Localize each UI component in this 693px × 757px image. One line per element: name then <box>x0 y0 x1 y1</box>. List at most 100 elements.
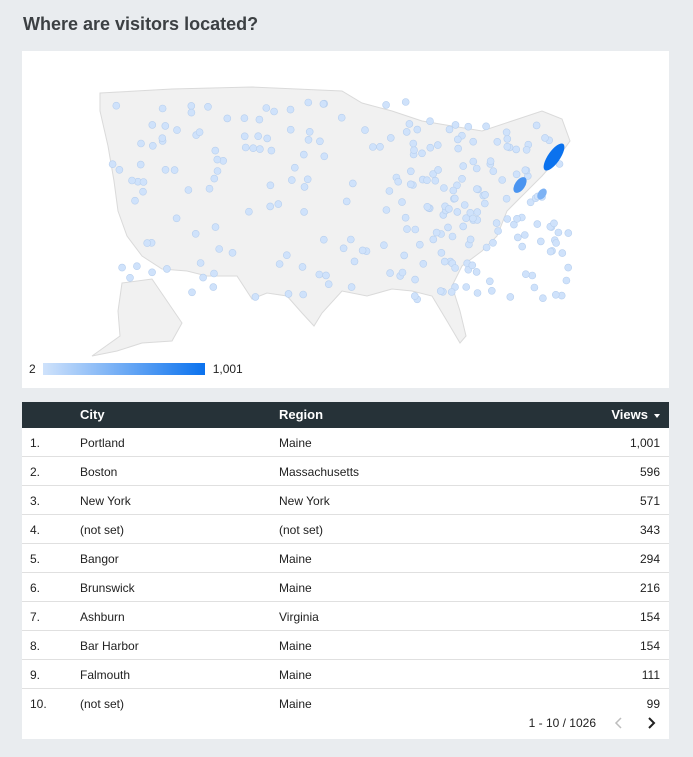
city-marker[interactable] <box>462 283 471 291</box>
city-marker[interactable] <box>473 185 481 193</box>
city-marker[interactable] <box>184 186 193 194</box>
city-marker[interactable] <box>513 215 521 223</box>
city-marker[interactable] <box>245 207 253 216</box>
city-marker[interactable] <box>228 249 237 257</box>
city-marker[interactable] <box>136 160 145 169</box>
city-marker[interactable] <box>459 222 468 231</box>
city-marker[interactable] <box>256 145 264 153</box>
city-marker[interactable] <box>406 180 415 189</box>
city-marker[interactable] <box>413 125 422 134</box>
city-marker[interactable] <box>205 184 214 193</box>
city-marker[interactable] <box>255 115 264 124</box>
city-marker[interactable] <box>346 235 355 244</box>
city-marker[interactable] <box>520 231 529 239</box>
city-marker[interactable] <box>350 257 359 266</box>
city-marker[interactable] <box>324 280 333 288</box>
city-marker[interactable] <box>415 240 424 249</box>
city-marker[interactable] <box>464 122 473 131</box>
city-marker[interactable] <box>453 135 462 144</box>
city-marker[interactable] <box>347 283 356 291</box>
city-marker[interactable] <box>539 294 547 302</box>
city-marker[interactable] <box>187 102 196 110</box>
city-marker[interactable] <box>286 125 295 134</box>
city-marker[interactable] <box>213 155 222 164</box>
city-marker[interactable] <box>480 199 489 208</box>
city-marker[interactable] <box>139 187 147 196</box>
city-marker[interactable] <box>551 291 560 299</box>
city-marker[interactable] <box>440 257 449 266</box>
table-row[interactable]: 5. Bangor Maine 294 <box>22 544 669 573</box>
city-marker[interactable] <box>521 270 530 278</box>
city-marker[interactable] <box>447 288 456 296</box>
city-marker[interactable] <box>398 268 407 277</box>
table-row[interactable]: 6. Brunswick Maine 216 <box>22 573 669 602</box>
city-marker[interactable] <box>210 269 218 278</box>
city-marker[interactable] <box>473 208 482 216</box>
table-row[interactable]: 4. (not set) (not set) 343 <box>22 515 669 544</box>
city-marker[interactable] <box>460 201 469 209</box>
city-marker[interactable] <box>126 274 134 282</box>
city-marker[interactable] <box>210 174 219 183</box>
city-marker[interactable] <box>401 98 410 106</box>
city-marker[interactable] <box>528 271 537 280</box>
city-marker[interactable] <box>161 166 170 174</box>
city-marker[interactable] <box>468 261 477 270</box>
city-marker[interactable] <box>376 143 384 151</box>
city-marker[interactable] <box>453 208 462 216</box>
city-marker[interactable] <box>133 262 141 270</box>
column-header-city[interactable]: City <box>80 407 105 422</box>
city-marker[interactable] <box>304 136 313 144</box>
city-marker[interactable] <box>304 98 313 107</box>
city-marker[interactable] <box>423 176 431 184</box>
city-marker[interactable] <box>148 268 156 277</box>
city-marker[interactable] <box>263 134 271 143</box>
city-marker[interactable] <box>466 235 475 244</box>
city-marker[interactable] <box>394 177 403 186</box>
city-marker[interactable] <box>112 101 121 110</box>
city-marker[interactable] <box>503 215 512 223</box>
city-marker[interactable] <box>266 202 274 211</box>
city-marker[interactable] <box>149 142 157 150</box>
city-marker[interactable] <box>143 239 151 247</box>
city-marker[interactable] <box>299 150 308 159</box>
city-marker[interactable] <box>558 249 567 257</box>
city-marker[interactable] <box>418 149 426 158</box>
city-marker[interactable] <box>115 166 124 174</box>
city-marker[interactable] <box>444 223 452 232</box>
city-marker[interactable] <box>411 225 420 234</box>
city-marker[interactable] <box>469 214 477 223</box>
city-marker[interactable] <box>148 121 157 129</box>
city-marker[interactable] <box>322 271 330 280</box>
column-header-views[interactable]: Views <box>611 407 660 422</box>
city-marker[interactable] <box>403 225 411 233</box>
city-marker[interactable] <box>419 260 428 268</box>
city-marker[interactable] <box>195 128 204 136</box>
city-marker[interactable] <box>215 245 223 253</box>
city-marker[interactable] <box>423 203 432 211</box>
city-marker[interactable] <box>518 242 527 251</box>
city-marker[interactable] <box>482 243 491 252</box>
table-row[interactable]: 1. Portland Maine 1,001 <box>22 428 669 457</box>
city-marker[interactable] <box>211 146 220 155</box>
city-marker[interactable] <box>342 197 351 206</box>
city-marker[interactable] <box>204 102 212 111</box>
table-row[interactable]: 2. Boston Massachusetts 596 <box>22 457 669 486</box>
city-marker[interactable] <box>254 132 262 140</box>
city-marker[interactable] <box>188 288 196 297</box>
table-row[interactable]: 3. New York New York 571 <box>22 486 669 515</box>
city-marker[interactable] <box>410 292 419 300</box>
city-marker[interactable] <box>380 241 388 249</box>
city-marker[interactable] <box>315 270 324 279</box>
city-marker[interactable] <box>436 287 445 295</box>
city-marker[interactable] <box>187 108 196 117</box>
city-marker[interactable] <box>319 235 328 244</box>
city-marker[interactable] <box>270 107 278 116</box>
city-marker[interactable] <box>361 126 369 134</box>
city-marker[interactable] <box>409 139 418 148</box>
city-marker[interactable] <box>541 134 549 142</box>
city-marker[interactable] <box>450 194 459 203</box>
city-marker[interactable] <box>241 143 250 152</box>
city-marker[interactable] <box>213 167 222 175</box>
city-marker[interactable] <box>369 143 377 151</box>
city-marker[interactable] <box>458 175 466 183</box>
